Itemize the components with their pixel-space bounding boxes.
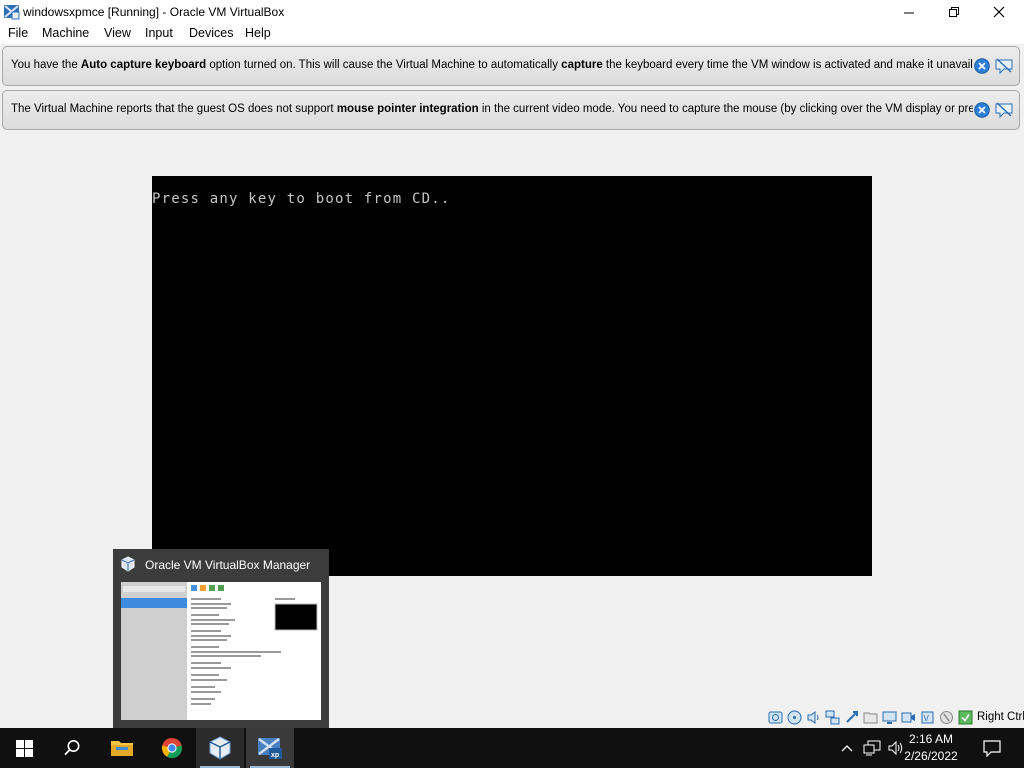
file-explorer-icon bbox=[111, 741, 133, 756]
windows-taskbar: xp 2:16 AM 2/26/2022 bbox=[0, 728, 1024, 768]
notice-text-part: option turned on. This will cause the Vi… bbox=[206, 59, 562, 71]
close-button[interactable] bbox=[976, 0, 1022, 24]
notice-message: You have the Auto capture keyboard optio… bbox=[11, 59, 973, 71]
notice-text-bold: capture bbox=[561, 59, 603, 71]
hard-disk-icon[interactable] bbox=[768, 710, 783, 725]
start-button[interactable] bbox=[0, 728, 48, 768]
notice-text-bold: Auto capture keyboard bbox=[80, 59, 207, 71]
clock-time[interactable]: 2:16 AM bbox=[901, 732, 961, 746]
virtualbox-vm-icon bbox=[4, 5, 20, 20]
notice-message: The Virtual Machine reports that the gue… bbox=[11, 103, 973, 115]
manager-window-thumbnail-icon bbox=[121, 582, 321, 720]
display-icon[interactable] bbox=[882, 710, 897, 725]
action-center-button[interactable] bbox=[968, 728, 1016, 768]
chrome-icon bbox=[161, 738, 183, 759]
menu-help[interactable]: Help bbox=[245, 26, 271, 40]
host-key-label: Right Ctrl bbox=[977, 711, 1024, 723]
keyboard-capture-icon[interactable] bbox=[958, 710, 973, 725]
network-tray-button[interactable] bbox=[859, 728, 885, 768]
virtualbox-icon bbox=[121, 556, 135, 572]
title-bar[interactable]: windowsxpmce [Running] - Oracle VM Virtu… bbox=[0, 0, 1024, 24]
menu-machine[interactable]: Machine bbox=[42, 26, 89, 40]
vm-status-bar: V Right Ctrl bbox=[768, 709, 1024, 727]
taskbar-file-explorer[interactable] bbox=[98, 728, 146, 768]
notice-text-part: You have the bbox=[11, 59, 81, 71]
close-notice-icon[interactable] bbox=[974, 58, 990, 74]
usb-icon[interactable] bbox=[844, 710, 859, 725]
video-capture-icon[interactable] bbox=[901, 710, 916, 725]
search-button[interactable] bbox=[48, 728, 96, 768]
do-not-show-again-icon[interactable] bbox=[995, 58, 1013, 74]
notice-text-part: in the current video mode. You need to c… bbox=[478, 103, 973, 115]
taskbar-preview-popup[interactable]: Oracle VM VirtualBox Manager bbox=[113, 549, 329, 728]
svg-text:V: V bbox=[924, 714, 930, 723]
minimize-button[interactable] bbox=[886, 0, 932, 24]
vm-display[interactable]: Press any key to boot from CD.. bbox=[152, 176, 872, 576]
taskbar-vm-window[interactable]: xp bbox=[246, 728, 294, 768]
mouse-integration-notice: The Virtual Machine reports that the gue… bbox=[2, 90, 1020, 130]
show-hidden-icons-button[interactable] bbox=[834, 728, 860, 768]
chevron-up-icon bbox=[841, 745, 853, 752]
menu-file[interactable]: File bbox=[8, 26, 28, 40]
vm-xp-icon: xp bbox=[258, 738, 282, 759]
svg-text:xp: xp bbox=[271, 752, 279, 759]
close-notice-icon[interactable] bbox=[974, 102, 990, 118]
restore-button[interactable] bbox=[931, 0, 977, 24]
audio-icon[interactable] bbox=[806, 710, 821, 725]
notification-icon bbox=[983, 739, 1001, 757]
virtualbox-icon bbox=[209, 736, 231, 760]
do-not-show-again-icon[interactable] bbox=[995, 102, 1013, 118]
preview-title: Oracle VM VirtualBox Manager bbox=[145, 558, 311, 572]
network-icon[interactable] bbox=[825, 710, 840, 725]
network-tray-icon bbox=[863, 740, 881, 756]
taskbar-chrome[interactable] bbox=[148, 728, 196, 768]
restore-icon bbox=[948, 6, 959, 17]
clock-date[interactable]: 2/26/2022 bbox=[896, 749, 966, 763]
notice-text-part: The Virtual Machine reports that the gue… bbox=[11, 103, 337, 115]
search-icon bbox=[64, 740, 80, 756]
window-title: windowsxpmce [Running] - Oracle VM Virtu… bbox=[23, 5, 285, 19]
minimize-icon bbox=[903, 12, 914, 13]
cpu-icon[interactable]: V bbox=[920, 710, 935, 725]
notice-text-part: the keyboard every time the VM window is… bbox=[602, 59, 973, 71]
close-icon bbox=[993, 6, 1005, 18]
taskbar-virtualbox-manager[interactable] bbox=[196, 728, 244, 768]
menu-input[interactable]: Input bbox=[145, 26, 173, 40]
preview-thumbnail[interactable] bbox=[121, 582, 321, 720]
mouse-integration-icon[interactable] bbox=[939, 710, 954, 725]
menu-view[interactable]: View bbox=[104, 26, 131, 40]
menu-devices[interactable]: Devices bbox=[189, 26, 233, 40]
notice-text-bold: mouse pointer integration bbox=[336, 103, 479, 115]
menu-bar: File Machine View Input Devices Help bbox=[0, 24, 1024, 44]
console-text: Press any key to boot from CD.. bbox=[152, 191, 451, 207]
optical-drive-icon[interactable] bbox=[787, 710, 802, 725]
shared-folders-icon[interactable] bbox=[863, 710, 878, 725]
keyboard-capture-notice: You have the Auto capture keyboard optio… bbox=[2, 46, 1020, 86]
windows-logo-icon bbox=[15, 739, 33, 757]
